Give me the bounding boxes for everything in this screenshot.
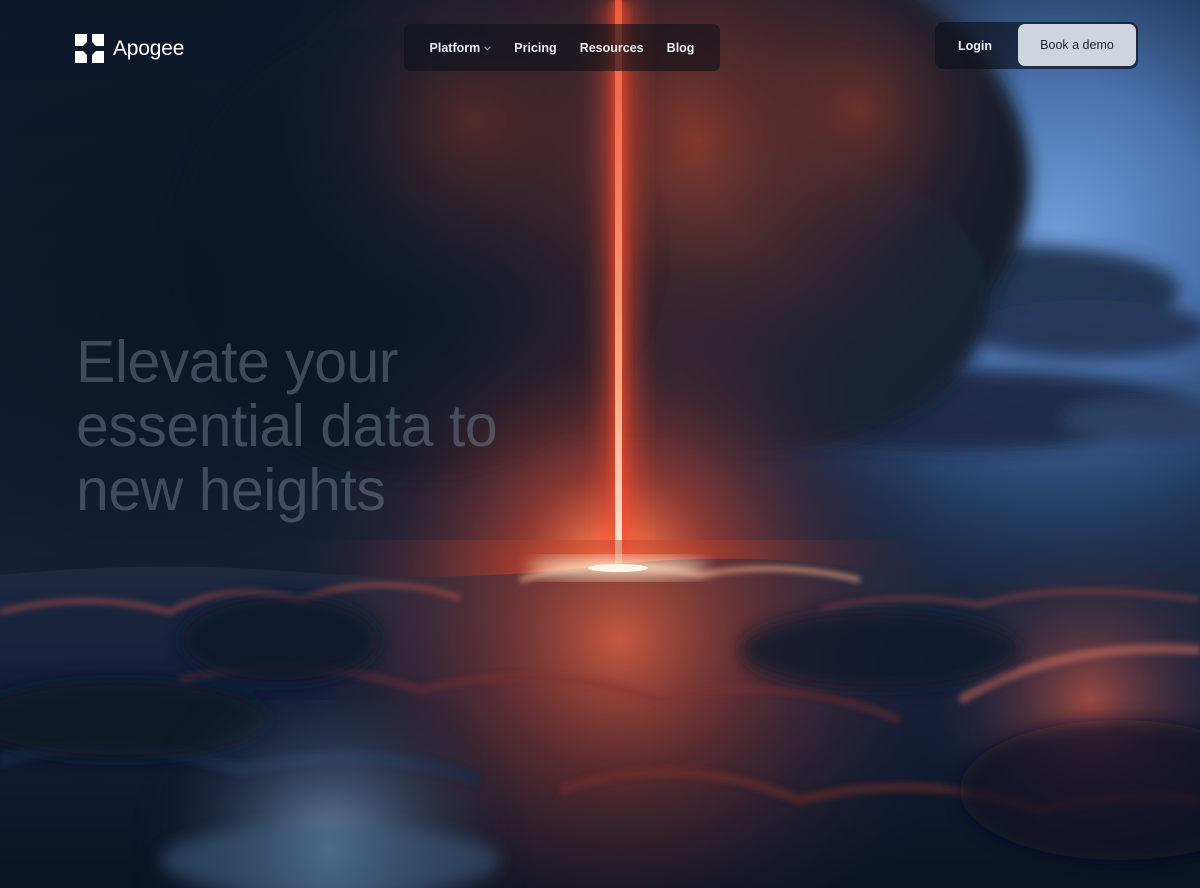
hero-headline-line: essential data to bbox=[76, 393, 498, 459]
brand-logo[interactable]: Apogee bbox=[75, 34, 184, 63]
nav-item-label: Blog bbox=[666, 40, 695, 55]
hero-headline-line: new heights bbox=[76, 457, 386, 523]
hero-headline: Elevate your essential data to new heigh… bbox=[76, 330, 636, 522]
login-button[interactable]: Login bbox=[935, 22, 1015, 69]
header-actions: Login Book a demo bbox=[935, 22, 1138, 69]
nav-item-label: Platform bbox=[429, 40, 481, 55]
main-nav: Platform Pricing Resources Blog bbox=[404, 24, 720, 71]
nav-item-platform[interactable]: Platform bbox=[430, 41, 492, 55]
landing-page: Apogee Platform Pricing Resources Blog L… bbox=[0, 0, 1200, 888]
nav-item-label: Pricing bbox=[514, 40, 557, 55]
brand-name: Apogee bbox=[113, 37, 185, 60]
apogee-logo-icon bbox=[75, 34, 104, 63]
nav-item-resources[interactable]: Resources bbox=[580, 41, 644, 55]
nav-item-blog[interactable]: Blog bbox=[667, 41, 695, 55]
chevron-down-icon bbox=[484, 45, 492, 51]
book-demo-button[interactable]: Book a demo bbox=[1018, 24, 1136, 66]
nav-item-label: Resources bbox=[579, 40, 644, 55]
nav-item-pricing[interactable]: Pricing bbox=[514, 41, 556, 55]
hero-headline-line: Elevate your bbox=[76, 329, 398, 395]
